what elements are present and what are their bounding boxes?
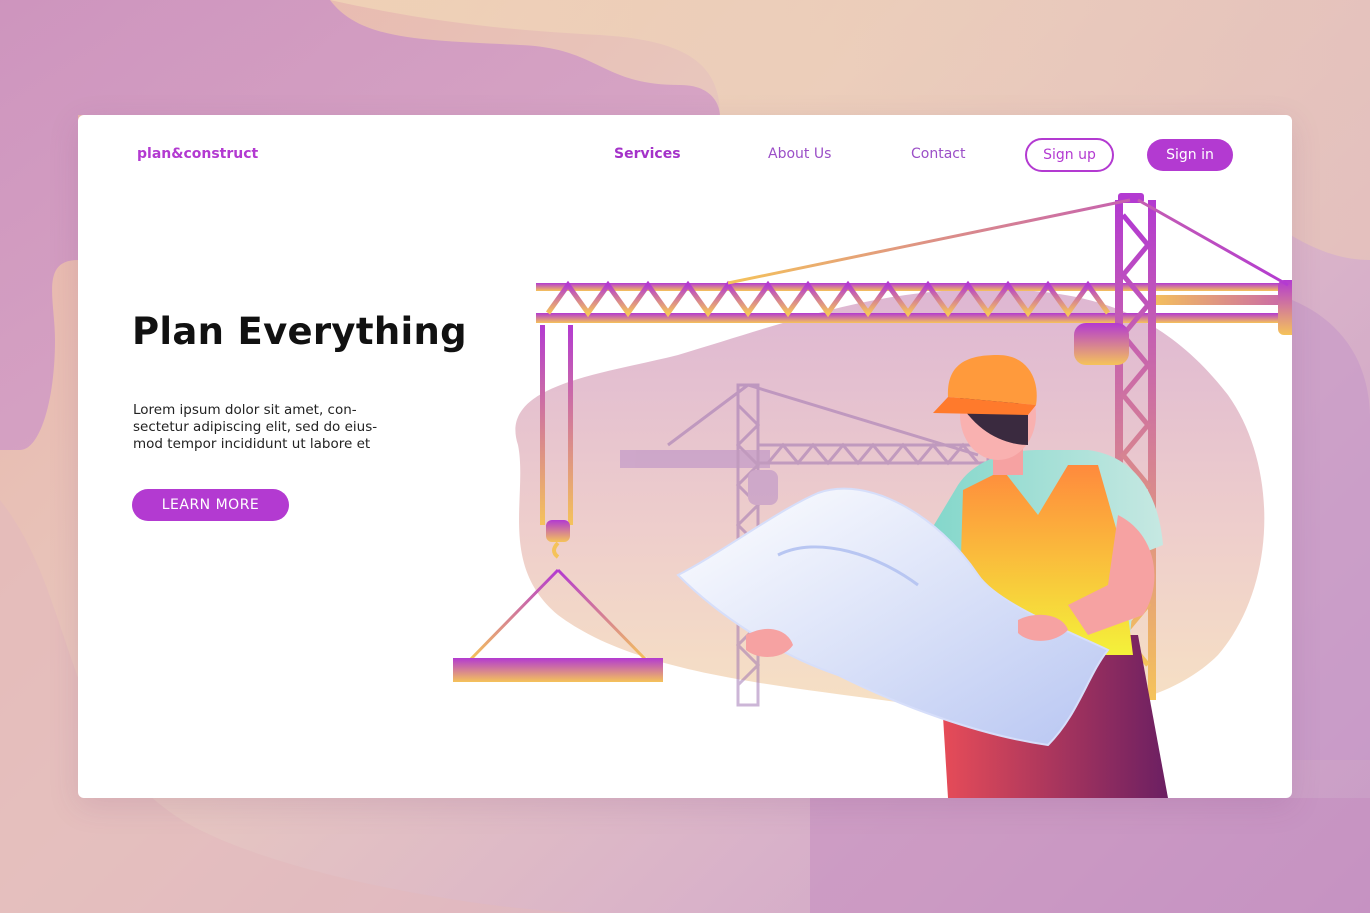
landing-card: plan&construct Services About Us Contact…: [78, 115, 1292, 798]
hero-description: Lorem ipsum dolor sit amet, con- sectetu…: [133, 402, 403, 453]
learn-more-button[interactable]: LEARN MORE: [132, 489, 289, 521]
hero-text-line: Lorem ipsum dolor sit amet, con-: [133, 402, 357, 418]
hero-text-line: sectetur adipiscing elit, sed do eius-: [133, 419, 378, 435]
hero-title: Plan Everything: [132, 310, 467, 353]
construction-illustration: [453, 193, 1292, 798]
hero-text-line: mod tempor incididunt ut labore et: [133, 436, 371, 452]
